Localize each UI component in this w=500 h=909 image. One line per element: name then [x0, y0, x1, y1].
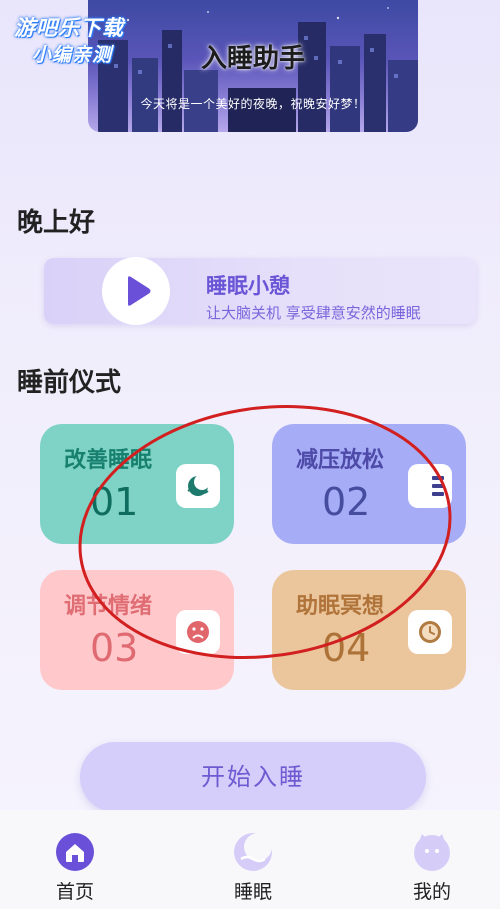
ritual-card-label: 调节情绪: [64, 594, 153, 619]
ritual-section-title: 睡前仪式: [17, 368, 122, 398]
ritual-card-label: 助眠冥想: [296, 594, 385, 619]
nap-card-title: 睡眠小憩: [206, 274, 290, 298]
nav-item-sleep[interactable]: 睡眠: [193, 810, 313, 909]
moon-clock-icon: [408, 610, 452, 654]
nav-item-home[interactable]: 首页: [15, 810, 135, 909]
ritual-card-label: 改善睡眠: [64, 448, 153, 473]
stack-icon: [408, 464, 452, 508]
nap-card[interactable]: 睡眠小憩 让大脑关机 享受肆意安然的睡眠: [44, 257, 476, 325]
nav-item-mine[interactable]: 我的: [372, 810, 492, 909]
bottom-nav: 首页 睡眠 我的: [0, 810, 500, 909]
nav-label-sleep: 睡眠: [233, 881, 272, 903]
ritual-card-stress-relief[interactable]: 减压放松 02: [272, 424, 466, 544]
ritual-card-label: 减压放松: [296, 448, 385, 473]
ritual-card-number: 03: [90, 626, 139, 670]
sad-face-icon: [176, 610, 220, 654]
home-icon: [56, 833, 94, 871]
moon-wave-icon: [176, 464, 220, 508]
ritual-card-meditation[interactable]: 助眠冥想 04: [272, 570, 466, 690]
watermark-line-2: 小编亲测: [32, 44, 113, 66]
face-icon: [414, 834, 450, 871]
ritual-card-improve-sleep[interactable]: 改善睡眠 01: [40, 424, 234, 544]
start-sleep-button[interactable]: 开始入睡: [80, 742, 426, 812]
nav-label-mine: 我的: [412, 881, 451, 903]
banner-subtitle: 今天将是一个美好的夜晚，祝晚安好梦！: [140, 97, 366, 111]
ritual-card-number: 02: [322, 480, 371, 524]
ritual-card-number: 01: [90, 480, 139, 524]
play-icon: [128, 276, 151, 306]
play-button[interactable]: [102, 257, 170, 325]
watermark-line-1: 游吧乐下载: [14, 16, 124, 40]
nap-card-description: 让大脑关机 享受肆意安然的睡眠: [206, 304, 421, 322]
moon-icon: [234, 833, 272, 871]
ritual-card-number: 04: [322, 626, 371, 670]
ritual-card-mood[interactable]: 调节情绪 03: [40, 570, 234, 690]
watermark: 游吧乐下载 小编亲测: [14, 12, 144, 72]
nav-label-home: 首页: [55, 881, 94, 903]
greeting-heading: 晚上好: [17, 208, 96, 238]
